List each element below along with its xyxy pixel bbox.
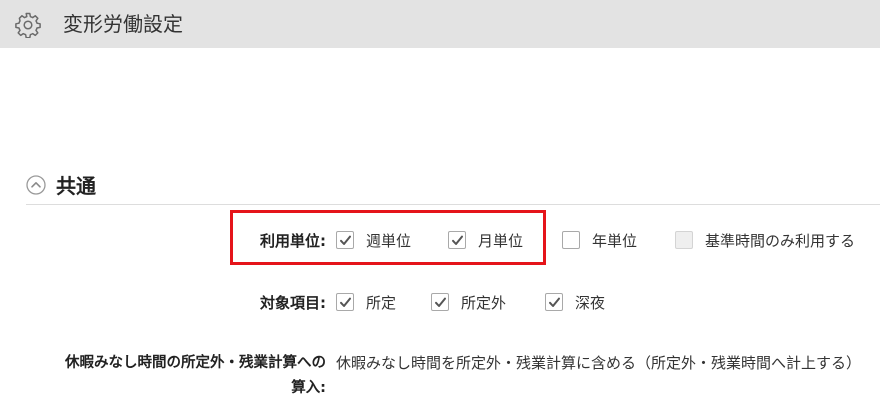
item-non-scheduled-option[interactable]: 所定外 bbox=[431, 292, 526, 314]
item-non-scheduled-label: 所定外 bbox=[461, 294, 507, 312]
item-late-night-option[interactable]: 深夜 bbox=[545, 292, 625, 314]
check-icon bbox=[549, 297, 560, 307]
check-icon bbox=[435, 297, 446, 307]
unit-yearly-label: 年単位 bbox=[592, 232, 638, 250]
chevron-up-circle-icon[interactable] bbox=[26, 175, 46, 195]
unit-base-only-checkbox[interactable] bbox=[675, 231, 693, 249]
item-late-night-checkbox[interactable] bbox=[545, 293, 563, 311]
items-label: 対象項目: bbox=[260, 294, 326, 312]
vacation-label-line1: 休暇みなし時間の所定外・残業計算への bbox=[65, 355, 326, 371]
page-header: 変形労働設定 bbox=[0, 0, 880, 48]
unit-yearly-option[interactable]: 年単位 bbox=[562, 230, 652, 252]
item-late-night-label: 深夜 bbox=[575, 294, 606, 312]
item-scheduled-checkbox[interactable] bbox=[336, 293, 354, 311]
item-scheduled-option[interactable]: 所定 bbox=[336, 292, 416, 314]
section-title: 共通 bbox=[56, 174, 96, 198]
check-icon bbox=[340, 297, 351, 307]
unit-base-only-option[interactable]: 基準時間のみ利用する bbox=[675, 230, 875, 252]
item-scheduled-label: 所定 bbox=[366, 294, 397, 312]
unit-base-only-label: 基準時間のみ利用する bbox=[705, 232, 856, 250]
section-divider bbox=[26, 204, 880, 205]
highlight-box bbox=[230, 210, 546, 265]
vacation-setting-value: 休暇みなし時間を所定外・残業計算に含める（所定外・残業時間へ計上する） bbox=[336, 354, 862, 372]
item-non-scheduled-checkbox[interactable] bbox=[431, 293, 449, 311]
vacation-label-line2: 算入: bbox=[291, 380, 326, 396]
unit-yearly-checkbox[interactable] bbox=[562, 231, 580, 249]
gear-icon[interactable] bbox=[15, 12, 41, 38]
page-title: 変形労働設定 bbox=[63, 12, 183, 36]
